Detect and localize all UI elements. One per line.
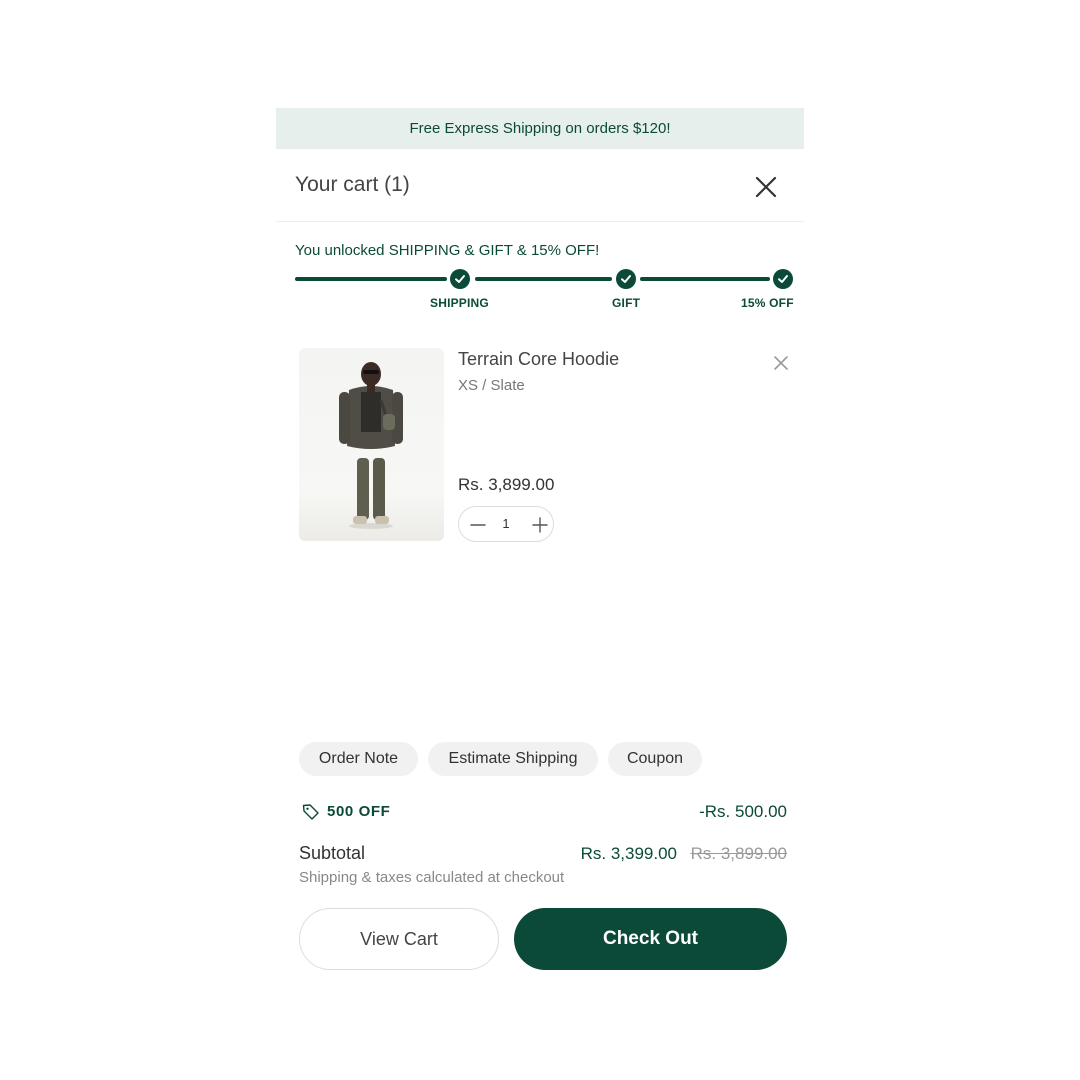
checkout-button[interactable]: Check Out bbox=[514, 908, 787, 970]
check-icon bbox=[450, 269, 470, 289]
rewards-message: You unlocked SHIPPING & GIFT & 15% OFF! bbox=[295, 242, 600, 259]
product-image[interactable] bbox=[299, 348, 444, 541]
subtotal-original-price: Rs. 3,899.00 bbox=[690, 844, 787, 863]
discount-row: 500 OFF -Rs. 500.00 bbox=[299, 798, 787, 826]
minus-icon[interactable] bbox=[469, 516, 487, 534]
tag-icon bbox=[302, 803, 320, 821]
discount-label: 500 OFF bbox=[327, 803, 391, 820]
subtotal-note: Shipping & taxes calculated at checkout bbox=[299, 869, 565, 886]
milestone-label-shipping: SHIPPING bbox=[430, 296, 489, 310]
announcement-bar: Free Express Shipping on orders $120! bbox=[276, 108, 804, 149]
product-variant: XS / Slate bbox=[458, 377, 525, 394]
progress-segment bbox=[295, 277, 447, 281]
check-icon bbox=[616, 269, 636, 289]
close-icon[interactable] bbox=[752, 173, 780, 201]
progress-segment bbox=[640, 277, 770, 281]
milestone-label-discount: 15% OFF bbox=[741, 296, 794, 310]
discount-amount: -Rs. 500.00 bbox=[699, 802, 787, 821]
cart-drawer: Free Express Shipping on orders $120! Yo… bbox=[276, 108, 804, 988]
order-note-chip[interactable]: Order Note bbox=[299, 742, 418, 776]
check-icon bbox=[773, 269, 793, 289]
subtotal-label: Subtotal bbox=[299, 843, 366, 863]
view-cart-button[interactable]: View Cart bbox=[299, 908, 499, 970]
subtotal-price: Rs. 3,399.00 bbox=[580, 844, 677, 863]
product-name[interactable]: Terrain Core Hoodie bbox=[458, 349, 619, 370]
estimate-shipping-chip[interactable]: Estimate Shipping bbox=[428, 742, 598, 776]
quantity-stepper: 1 bbox=[458, 506, 554, 542]
progress-segment bbox=[475, 277, 612, 281]
plus-icon[interactable] bbox=[531, 516, 549, 534]
product-price: Rs. 3,899.00 bbox=[458, 475, 555, 494]
quantity-value[interactable]: 1 bbox=[497, 516, 515, 531]
cart-title: Your cart (1) bbox=[295, 173, 410, 196]
remove-item-icon[interactable] bbox=[772, 354, 790, 372]
cart-header: Your cart (1) bbox=[276, 149, 804, 222]
coupon-chip[interactable]: Coupon bbox=[608, 742, 702, 776]
rewards-progress-bar: SHIPPING GIFT 15% OFF bbox=[295, 268, 795, 310]
milestone-label-gift: GIFT bbox=[612, 296, 641, 310]
